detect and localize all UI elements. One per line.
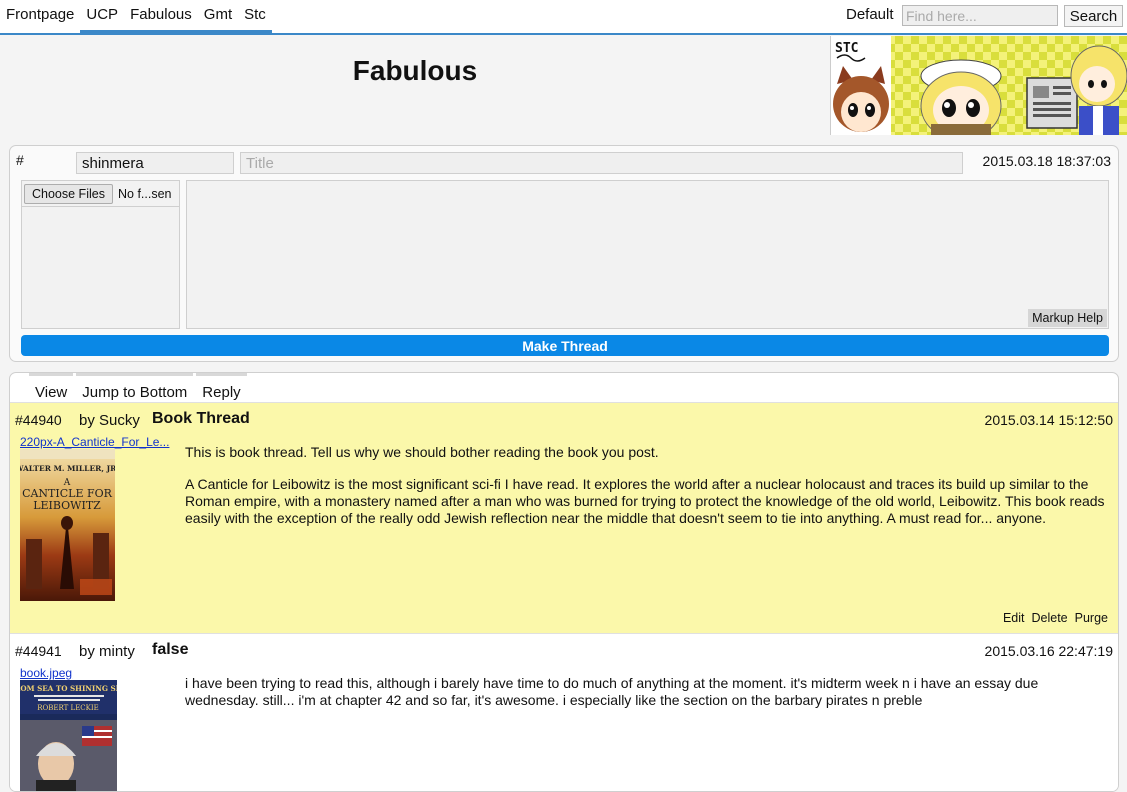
post-date: 2015.03.14 15:12:50 (984, 412, 1113, 428)
top-navbar: Frontpage UCP Fabulous Gmt Stc Default S… (0, 0, 1127, 35)
post-number-placeholder: # (16, 152, 24, 168)
thread-nav-jump-to-bottom[interactable]: Jump to Bottom (76, 373, 194, 402)
attachment-link[interactable]: 220px-A_Canticle_For_Le... (20, 435, 176, 449)
post-body: This is book thread. Tell us why we shou… (185, 444, 1107, 542)
nav-link-stc[interactable]: Stc (238, 0, 272, 33)
thread: View Jump to Bottom Reply #44940 by Suck… (9, 372, 1119, 792)
cover-author: ROBERT LECKIE (37, 704, 99, 712)
post-op: #44940 by Sucky Book Thread 2015.03.14 1… (10, 402, 1118, 633)
author-field[interactable] (76, 152, 234, 174)
board-title: Fabulous (352, 55, 478, 86)
delete-link[interactable]: Delete (1032, 611, 1068, 625)
nav-link-ucp[interactable]: UCP (80, 0, 125, 33)
post-id[interactable]: #44941 (15, 643, 62, 659)
new-thread-form: # 2015.03.18 18:37:03 Choose Files No f.… (9, 145, 1119, 362)
file-upload-header: Choose Files No f...sen (22, 181, 179, 207)
post-title: Book Thread (152, 410, 250, 427)
post-id[interactable]: #44940 (15, 412, 62, 428)
post-paragraph: This is book thread. Tell us why we shou… (185, 444, 659, 460)
post-text-area[interactable]: Markup Help (186, 180, 1109, 329)
attachment-thumbnail[interactable]: FROM SEA TO SHINING SEA ROBERT LECKIE (20, 680, 117, 791)
post-paragraph: A Canticle for Leibowitz is the most sig… (185, 476, 1105, 526)
post-author: by Sucky (79, 412, 140, 429)
banner-image: STC (830, 36, 1127, 135)
post-actions: Edit Delete Purge (1003, 611, 1108, 625)
thread-nav: View Jump to Bottom Reply (29, 373, 250, 402)
banner-illustration: STC (831, 36, 1127, 135)
thread-nav-reply[interactable]: Reply (196, 373, 247, 402)
attachment-thumbnail[interactable]: WALTER M. MILLER, JR. A CANTICLE FOR LEI… (20, 449, 115, 601)
search-input[interactable] (902, 5, 1058, 26)
nav-link-frontpage[interactable]: Frontpage (0, 0, 80, 33)
form-date: 2015.03.18 18:37:03 (982, 153, 1111, 169)
post-body: i have been trying to read this, althoug… (185, 675, 1107, 724)
cover-author: WALTER M. MILLER, JR. (20, 464, 115, 473)
post-reply: #44941 by minty false 2015.03.16 22:47:1… (10, 633, 1118, 791)
post-date: 2015.03.16 22:47:19 (984, 643, 1113, 659)
attachment-link[interactable]: book.jpeg (20, 666, 176, 680)
post-author: by minty (79, 643, 135, 660)
thread-nav-view[interactable]: View (29, 373, 74, 402)
banner-logo-text: STC (835, 41, 858, 56)
make-thread-button[interactable]: Make Thread (21, 335, 1109, 356)
book-cover-sea: FROM SEA TO SHINING SEA ROBERT LECKIE (20, 680, 117, 791)
no-file-label: No f...sen (118, 187, 172, 201)
nav-link-gmt[interactable]: Gmt (197, 0, 239, 33)
markup-help-button[interactable]: Markup Help (1028, 309, 1107, 327)
search-button[interactable]: Search (1064, 5, 1123, 27)
title-field[interactable] (240, 152, 963, 174)
cover-title: FROM SEA TO SHINING SEA (20, 684, 117, 693)
cover-title-line3: LEIBOWITZ (33, 499, 101, 512)
edit-link[interactable]: Edit (1003, 611, 1025, 625)
choose-files-button[interactable]: Choose Files (24, 184, 113, 204)
purge-link[interactable]: Purge (1075, 611, 1108, 625)
file-upload-area[interactable]: Choose Files No f...sen (21, 180, 180, 329)
nav-links: Frontpage UCP Fabulous Gmt Stc (0, 0, 272, 33)
nav-link-fabulous[interactable]: Fabulous (124, 0, 198, 33)
book-cover-canticle: WALTER M. MILLER, JR. A CANTICLE FOR LEI… (20, 449, 115, 601)
post-title: false (152, 641, 189, 658)
post-paragraph: i have been trying to read this, althoug… (185, 675, 1039, 708)
theme-selector[interactable]: Default (846, 6, 894, 23)
